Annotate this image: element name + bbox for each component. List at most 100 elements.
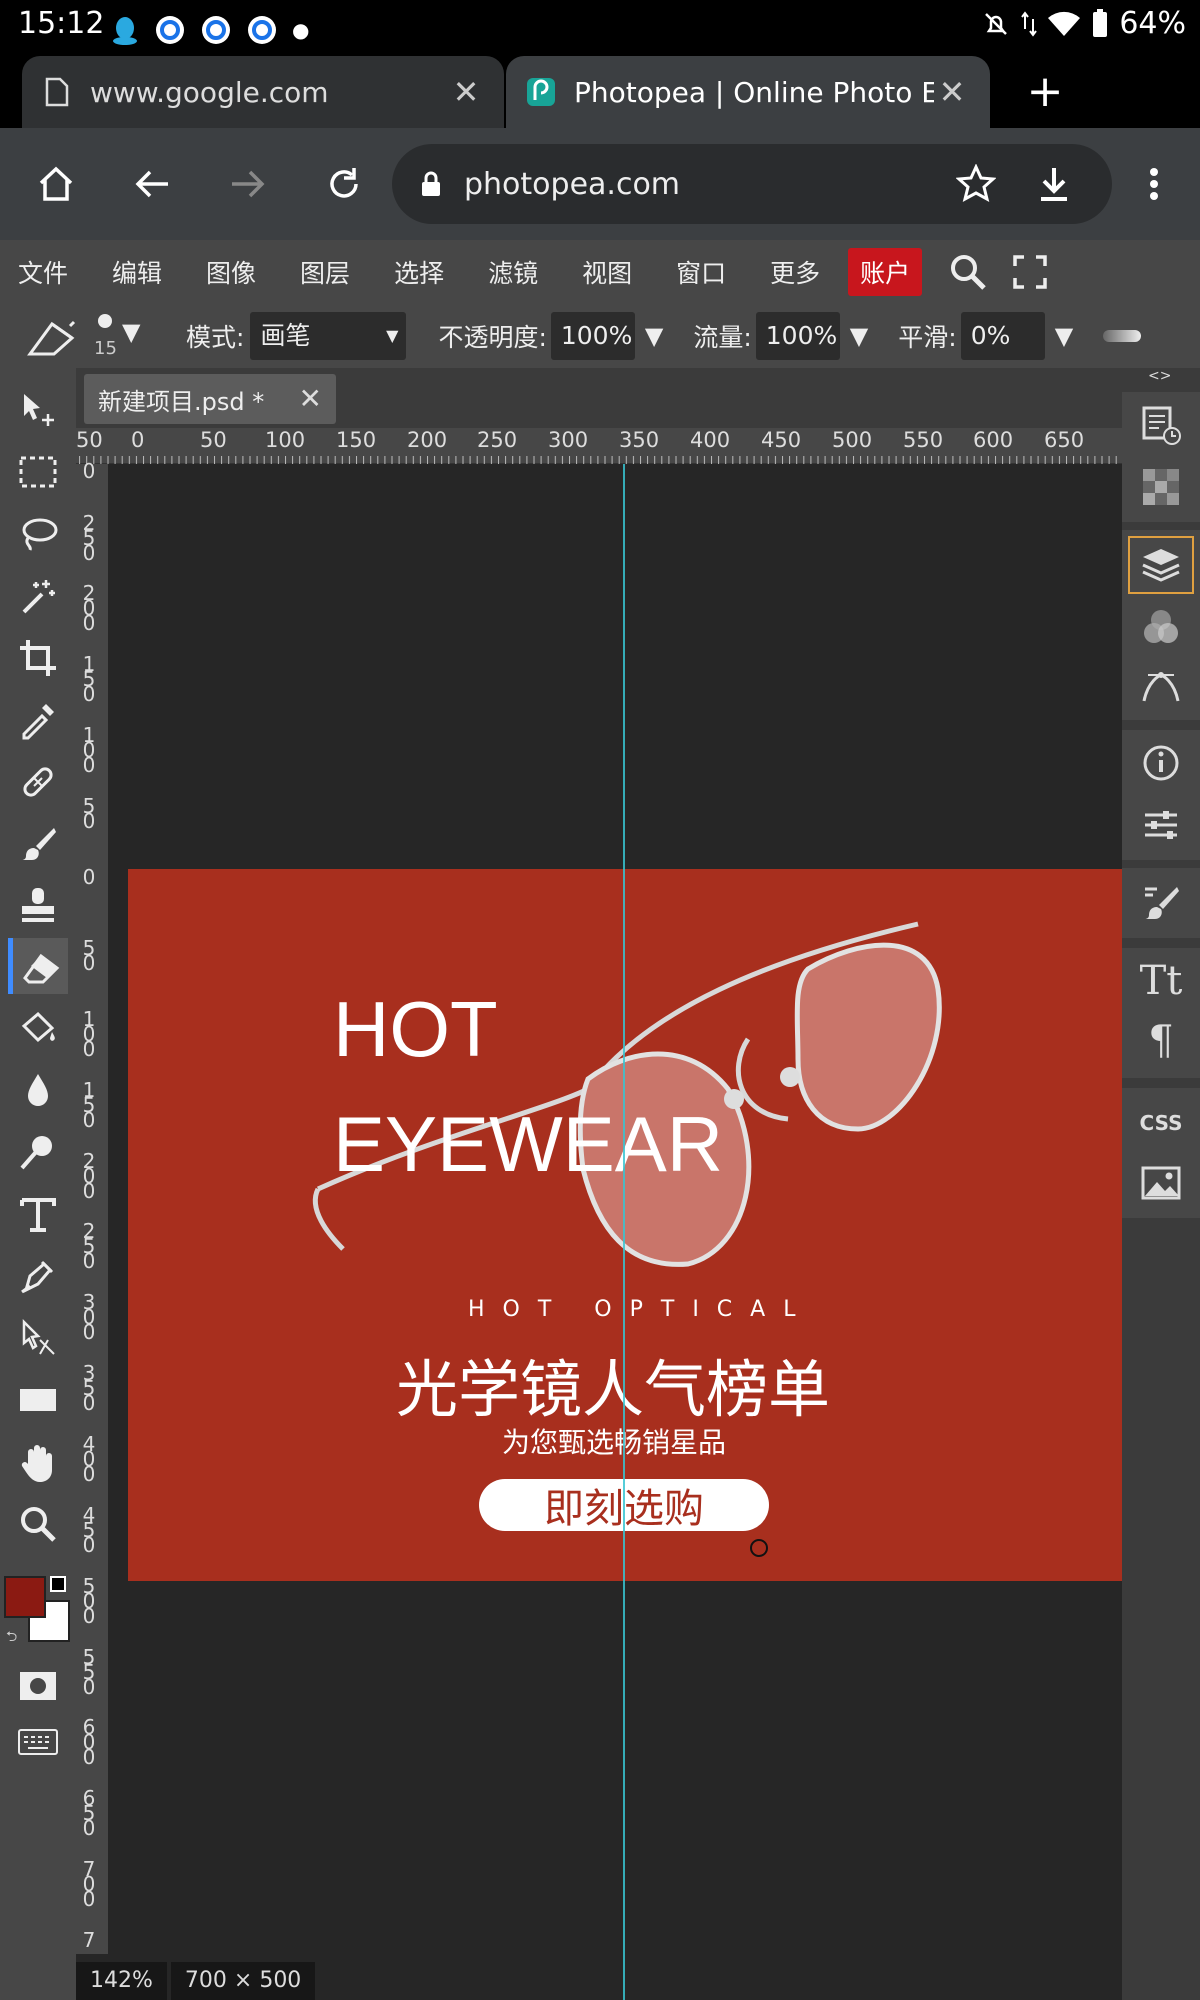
menu-more[interactable]: 更多: [770, 254, 836, 290]
ruler-label: 7: [82, 1928, 96, 1952]
zoom-tool-icon[interactable]: [8, 1496, 68, 1552]
back-icon[interactable]: [124, 156, 180, 212]
brush-settings-icon[interactable]: [1128, 874, 1194, 932]
eraser-tool-icon[interactable]: [24, 314, 78, 358]
brush-tool-icon[interactable]: [8, 816, 68, 872]
css-icon[interactable]: CSS: [1128, 1094, 1194, 1152]
layers-icon[interactable]: [1128, 536, 1194, 594]
blur-tool-icon[interactable]: [8, 1062, 68, 1118]
menu-bar: 文件 编辑 图像 图层 选择 滤镜 视图 窗口 更多 账户: [0, 240, 1200, 304]
swatches-icon[interactable]: [1128, 458, 1194, 516]
new-tab-icon[interactable]: +: [1020, 66, 1070, 117]
panel-group: Tt ¶: [1122, 948, 1200, 1078]
browser-tab-strip: www.google.com ✕ Photopea | Online Photo…: [0, 48, 1200, 128]
dodge-tool-icon[interactable]: [8, 1124, 68, 1180]
document-size: 700 × 500: [170, 1962, 316, 2000]
bookmark-star-icon[interactable]: [956, 164, 996, 204]
close-tab-icon[interactable]: ✕: [448, 73, 484, 111]
ruler-label: 0: [82, 865, 96, 889]
menu-file[interactable]: 文件: [18, 254, 84, 290]
healing-brush-icon[interactable]: [8, 754, 68, 810]
close-document-icon[interactable]: ✕: [299, 382, 322, 415]
keyboard-icon[interactable]: [8, 1714, 68, 1770]
hand-tool-icon[interactable]: [8, 1434, 68, 1490]
opacity-label: 不透明度:: [438, 323, 547, 352]
menu-filter[interactable]: 滤镜: [488, 254, 554, 290]
menu-edit[interactable]: 编辑: [112, 254, 178, 290]
menu-view[interactable]: 视图: [582, 254, 648, 290]
mode-select[interactable]: 画笔 ▼: [250, 312, 407, 360]
paint-bucket-icon[interactable]: [8, 1000, 68, 1056]
menu-select[interactable]: 选择: [394, 254, 460, 290]
ruler-label: 300: [82, 1290, 96, 1344]
url-field[interactable]: photopea.com: [392, 144, 1112, 224]
opacity-dropdown-icon[interactable]: ▼: [645, 322, 663, 350]
menu-window[interactable]: 窗口: [676, 254, 742, 290]
history-icon[interactable]: [1128, 396, 1194, 454]
ruler-label: 550: [82, 1645, 96, 1699]
search-icon[interactable]: [948, 252, 988, 292]
document-tab[interactable]: 新建项目.psd * ✕: [84, 374, 336, 424]
flow-dropdown-icon[interactable]: ▼: [850, 322, 868, 350]
crop-tool-icon[interactable]: [8, 630, 68, 686]
canvas-area[interactable]: HOT EYEWEAR HOT OPTICAL 光学镜人气榜单 为您甄选畅销星品…: [108, 464, 1122, 2000]
zoom-level[interactable]: 142%: [76, 1962, 167, 2000]
ruler-label: 100: [82, 723, 96, 777]
panel-group: [1122, 392, 1200, 522]
smoothing-field[interactable]: 0%: [960, 312, 1045, 360]
qq-icon: [113, 17, 137, 45]
ruler-ticks: [76, 428, 1122, 464]
channels-icon[interactable]: [1128, 598, 1194, 656]
foreground-color-swatch[interactable]: [4, 1576, 46, 1618]
stamp-tool-icon[interactable]: [8, 878, 68, 934]
opacity-field[interactable]: 100%: [550, 312, 635, 360]
home-icon[interactable]: [28, 156, 84, 212]
tool-options-bar: 15 ▼ 模式: 画笔 ▼ 不透明度: 100% ▼ 流量: 100% ▼ 平滑…: [0, 304, 1200, 368]
fullscreen-icon[interactable]: [1012, 254, 1048, 290]
smoothing-dropdown-icon[interactable]: ▼: [1055, 322, 1073, 350]
pen-tool-icon[interactable]: [8, 1248, 68, 1304]
collapse-panel-icon[interactable]: <>: [1148, 368, 1171, 384]
account-button[interactable]: 账户: [848, 248, 923, 296]
default-colors-icon[interactable]: [50, 1576, 66, 1592]
marquee-tool-icon[interactable]: [8, 444, 68, 500]
eraser-tool-icon[interactable]: [8, 938, 68, 994]
banner-artwork[interactable]: HOT EYEWEAR HOT OPTICAL 光学镜人气榜单 为您甄选畅销星品…: [128, 869, 1122, 1581]
tab-photopea[interactable]: Photopea | Online Photo Edit ✕: [506, 56, 990, 128]
quick-mask-icon[interactable]: [8, 1658, 68, 1714]
close-tab-icon[interactable]: ✕: [934, 73, 970, 111]
paths-icon[interactable]: [1128, 658, 1194, 716]
character-icon[interactable]: Tt: [1128, 952, 1194, 1010]
rectangle-tool-icon[interactable]: [8, 1372, 68, 1428]
tab-google[interactable]: www.google.com ✕: [22, 56, 504, 128]
tab-title: www.google.com: [90, 75, 329, 109]
browser-menu-icon[interactable]: [1126, 156, 1182, 212]
download-icon[interactable]: [1034, 164, 1074, 204]
color-swatches[interactable]: ⮌: [4, 1576, 72, 1646]
brush-size-picker[interactable]: 15 ▼: [94, 308, 154, 364]
type-tool-icon[interactable]: [8, 1186, 68, 1242]
adjustments-icon[interactable]: [1128, 796, 1194, 854]
vertical-ruler: 0 250 200 150 100 50 0 50 100 150 200 25…: [76, 461, 108, 1954]
forward-icon[interactable]: [220, 156, 276, 212]
q-app-icon: [156, 16, 184, 44]
flow-field[interactable]: 100%: [755, 312, 840, 360]
path-select-icon[interactable]: [8, 1310, 68, 1366]
lasso-tool-icon[interactable]: [8, 506, 68, 562]
css-label: CSS: [1139, 1111, 1183, 1135]
move-tool-icon[interactable]: [8, 382, 68, 438]
reload-icon[interactable]: [316, 156, 372, 212]
eyedropper-icon[interactable]: [8, 692, 68, 748]
info-icon[interactable]: [1128, 734, 1194, 792]
magic-wand-icon[interactable]: [8, 568, 68, 624]
ruler-label: 500: [832, 428, 873, 452]
swap-colors-icon[interactable]: ⮌: [6, 1626, 17, 1650]
image-icon[interactable]: [1128, 1154, 1194, 1212]
photopea-logo-icon: [526, 77, 556, 107]
paragraph-icon[interactable]: ¶: [1128, 1012, 1194, 1070]
menu-image[interactable]: 图像: [206, 254, 272, 290]
vertical-guide[interactable]: [623, 464, 625, 2000]
menu-layer[interactable]: 图层: [300, 254, 366, 290]
panel-group: [1122, 530, 1200, 720]
ruler-label: 600: [973, 428, 1014, 452]
